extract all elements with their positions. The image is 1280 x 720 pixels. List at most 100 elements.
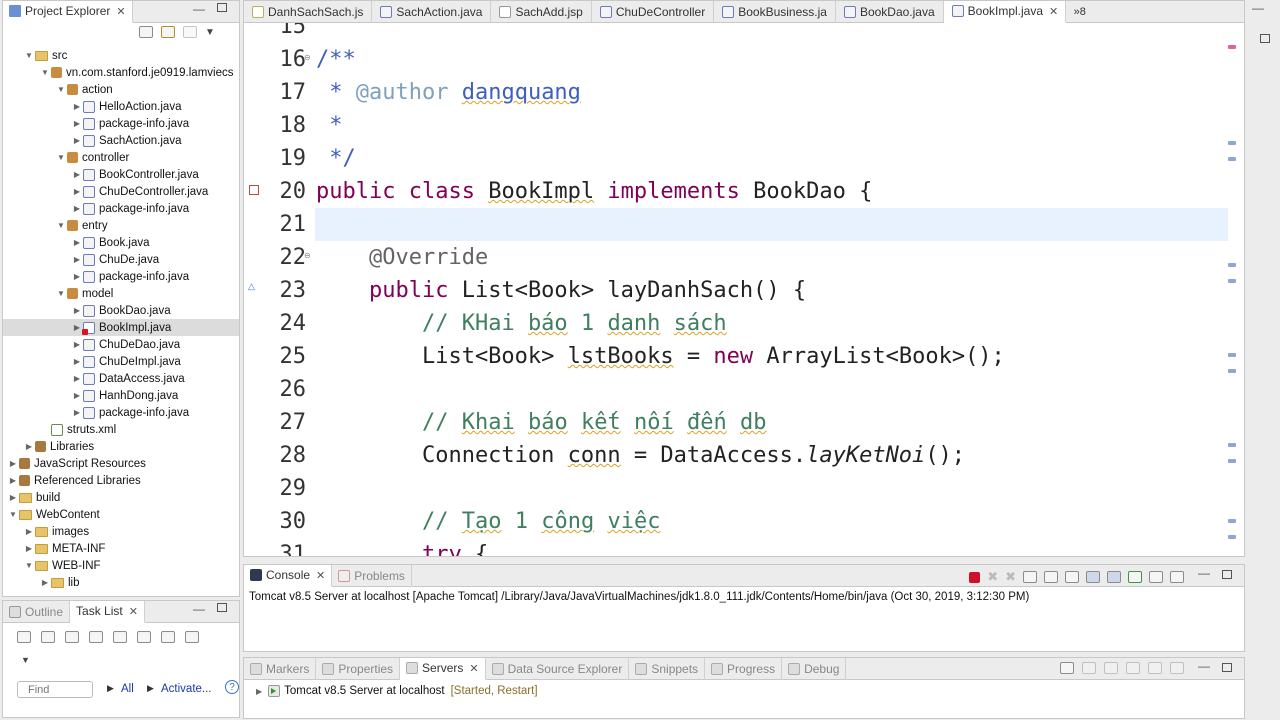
minimize-icon[interactable]: — xyxy=(1198,566,1210,580)
tree-item[interactable]: ▶ BookController.java xyxy=(3,166,239,183)
expand-arrow-right-icon[interactable]: ▶ xyxy=(71,374,83,383)
tree-item[interactable]: ▶ Referenced Libraries xyxy=(3,472,239,489)
tree-item[interactable]: ▶ package-info.java xyxy=(3,200,239,217)
remove-all-icon[interactable]: ✖ xyxy=(1005,569,1016,585)
tree-item[interactable]: ▶ DataAccess.java xyxy=(3,370,239,387)
close-icon[interactable]: ✕ xyxy=(129,605,138,618)
close-icon[interactable]: ✕ xyxy=(1049,5,1058,18)
code-line[interactable]: 16 /** xyxy=(244,43,1244,76)
tree-item[interactable]: ▶ package-info.java xyxy=(3,115,239,132)
tree-item[interactable]: ▼ WEB-INF xyxy=(3,557,239,574)
expand-arrow-right-icon[interactable]: ▶ xyxy=(71,408,83,417)
expand-arrow-down-icon[interactable]: ▼ xyxy=(7,510,19,519)
tree-item[interactable]: ▼ WebContent xyxy=(3,506,239,523)
tree-item[interactable]: ▶ Book.java xyxy=(3,234,239,251)
expand-arrow-right-icon[interactable]: ▶ xyxy=(71,255,83,264)
collapse-all-icon[interactable] xyxy=(161,631,175,643)
expand-arrow-right-icon[interactable]: ▶ xyxy=(71,391,83,400)
synchronize-icon[interactable] xyxy=(185,631,199,643)
tree-item[interactable]: ▶ HelloAction.java xyxy=(3,98,239,115)
tree-item[interactable]: ▶ lib xyxy=(3,574,239,591)
display-console-icon[interactable] xyxy=(1149,571,1163,583)
code-line[interactable]: 27 // Khai báo kết nối đến db xyxy=(244,406,1244,439)
expand-arrow-down-icon[interactable]: ▼ xyxy=(23,561,35,570)
expand-arrow-down-icon[interactable]: ▼ xyxy=(55,289,67,298)
expand-arrow-down-icon[interactable]: ▼ xyxy=(23,51,35,60)
tab-properties[interactable]: Properties xyxy=(316,658,401,680)
tree-item[interactable]: ▼ vn.com.stanford.je0919.lamviecs xyxy=(3,64,239,81)
hide-icon[interactable] xyxy=(137,631,151,643)
server-row[interactable]: ▶ Tomcat v8.5 Server at localhost [Start… xyxy=(256,685,538,697)
tab-data-source-explorer[interactable]: Data Source Explorer xyxy=(486,658,630,680)
tree-item[interactable]: ▶ build xyxy=(3,489,239,506)
tree-item[interactable]: ▼ action xyxy=(3,81,239,98)
start-server-icon[interactable] xyxy=(1104,662,1118,674)
scroll-lock-icon[interactable] xyxy=(1044,571,1058,583)
find-input[interactable] xyxy=(17,681,93,698)
activate-link[interactable]: Activate... xyxy=(161,683,212,695)
expand-arrow-right-icon[interactable]: ▶ xyxy=(71,272,83,281)
show-console-on-output-icon[interactable] xyxy=(1086,571,1100,583)
view-menu-icon[interactable]: ▼ xyxy=(21,655,30,665)
tab-snippets[interactable]: Snippets xyxy=(629,658,706,680)
editor-tab[interactable]: DanhSachSach.js xyxy=(244,1,373,23)
fold-icon[interactable]: ⊖ xyxy=(304,53,311,62)
code-line[interactable]: 22 @Override xyxy=(244,241,1244,274)
code-line[interactable]: 19 */ xyxy=(244,142,1244,175)
expand-arrow-right-icon[interactable]: ▶ xyxy=(71,187,83,196)
tab-markers[interactable]: Markers xyxy=(244,658,317,680)
tab-servers[interactable]: Servers ✕ xyxy=(400,658,486,680)
minimize-icon[interactable]: — xyxy=(1252,1,1264,15)
show-console-on-error-icon[interactable] xyxy=(1107,571,1121,583)
expand-arrow-right-icon[interactable]: ▶ xyxy=(23,527,35,536)
stop-server-icon[interactable] xyxy=(1148,662,1162,674)
code-line[interactable]: 28 Connection conn = DataAccess.layKetNo… xyxy=(244,439,1244,472)
tree-item[interactable]: ▼ controller xyxy=(3,149,239,166)
tab-problems[interactable]: Problems xyxy=(332,565,412,587)
pin-console-icon[interactable] xyxy=(1128,571,1142,583)
maximize-icon[interactable] xyxy=(217,603,227,612)
help-icon[interactable]: ? xyxy=(225,680,239,694)
remove-launch-icon[interactable]: ✖ xyxy=(987,569,998,585)
expand-arrow-down-icon[interactable]: ▼ xyxy=(55,221,67,230)
tab-debug[interactable]: Debug xyxy=(782,658,847,680)
expand-arrow-right-icon[interactable]: ▶ xyxy=(23,442,35,451)
tab-project-explorer[interactable]: Project Explorer ✕ xyxy=(3,1,133,23)
tab-progress[interactable]: Progress xyxy=(705,658,783,680)
close-icon[interactable]: ✕ xyxy=(116,5,125,18)
tree-item[interactable]: ▶ SachAction.java xyxy=(3,132,239,149)
code-line[interactable]: 25 List<Book> lstBooks = new ArrayList<B… xyxy=(244,340,1244,373)
tree-item[interactable]: ▶ ChuDe.java xyxy=(3,251,239,268)
expand-arrow-right-icon[interactable]: ▶ xyxy=(71,170,83,179)
expand-arrow-right-icon[interactable]: ▶ xyxy=(71,340,83,349)
tree-item[interactable]: ▼ src xyxy=(3,47,239,64)
terminate-icon[interactable] xyxy=(969,571,981,583)
maximize-icon[interactable] xyxy=(217,3,227,12)
tree-item[interactable]: ▶ ChuDeImpl.java xyxy=(3,353,239,370)
code-line[interactable]: 30 // Tạo 1 công việc xyxy=(244,505,1244,538)
tree-item[interactable]: ▶ package-info.java xyxy=(3,268,239,285)
code-line[interactable]: 18 * xyxy=(244,109,1244,142)
collapse-all-icon[interactable] xyxy=(1060,662,1074,674)
new-task-icon[interactable] xyxy=(17,631,31,643)
tree-item[interactable]: ▼ model xyxy=(3,285,239,302)
publish-icon[interactable] xyxy=(1170,662,1184,674)
close-icon[interactable]: ✕ xyxy=(316,569,325,582)
expand-arrow-right-icon[interactable]: ▶ xyxy=(71,102,83,111)
tree-item[interactable]: ▶ package-info.java xyxy=(3,404,239,421)
editor-tab[interactable]: SachAction.java xyxy=(372,1,492,23)
all-link[interactable]: All xyxy=(121,683,134,695)
clear-console-icon[interactable] xyxy=(1023,571,1037,583)
maximize-icon[interactable] xyxy=(1222,570,1232,579)
expand-arrow-right-icon[interactable]: ▶ xyxy=(7,476,19,485)
tree-item[interactable]: ▼ entry xyxy=(3,217,239,234)
repository-icon[interactable] xyxy=(89,631,103,643)
close-icon[interactable]: ✕ xyxy=(469,662,478,675)
code-line[interactable]: 15 xyxy=(244,23,1244,43)
expand-arrow-right-icon[interactable]: ▶ xyxy=(71,136,83,145)
debug-server-icon[interactable] xyxy=(1082,662,1096,674)
expand-arrow-right-icon[interactable]: ▶ xyxy=(71,306,83,315)
code-line[interactable]: 20 public class BookImpl implements BookD… xyxy=(244,175,1244,208)
tab-task-list[interactable]: Task List ✕ xyxy=(70,601,145,623)
word-wrap-icon[interactable] xyxy=(1065,571,1079,583)
